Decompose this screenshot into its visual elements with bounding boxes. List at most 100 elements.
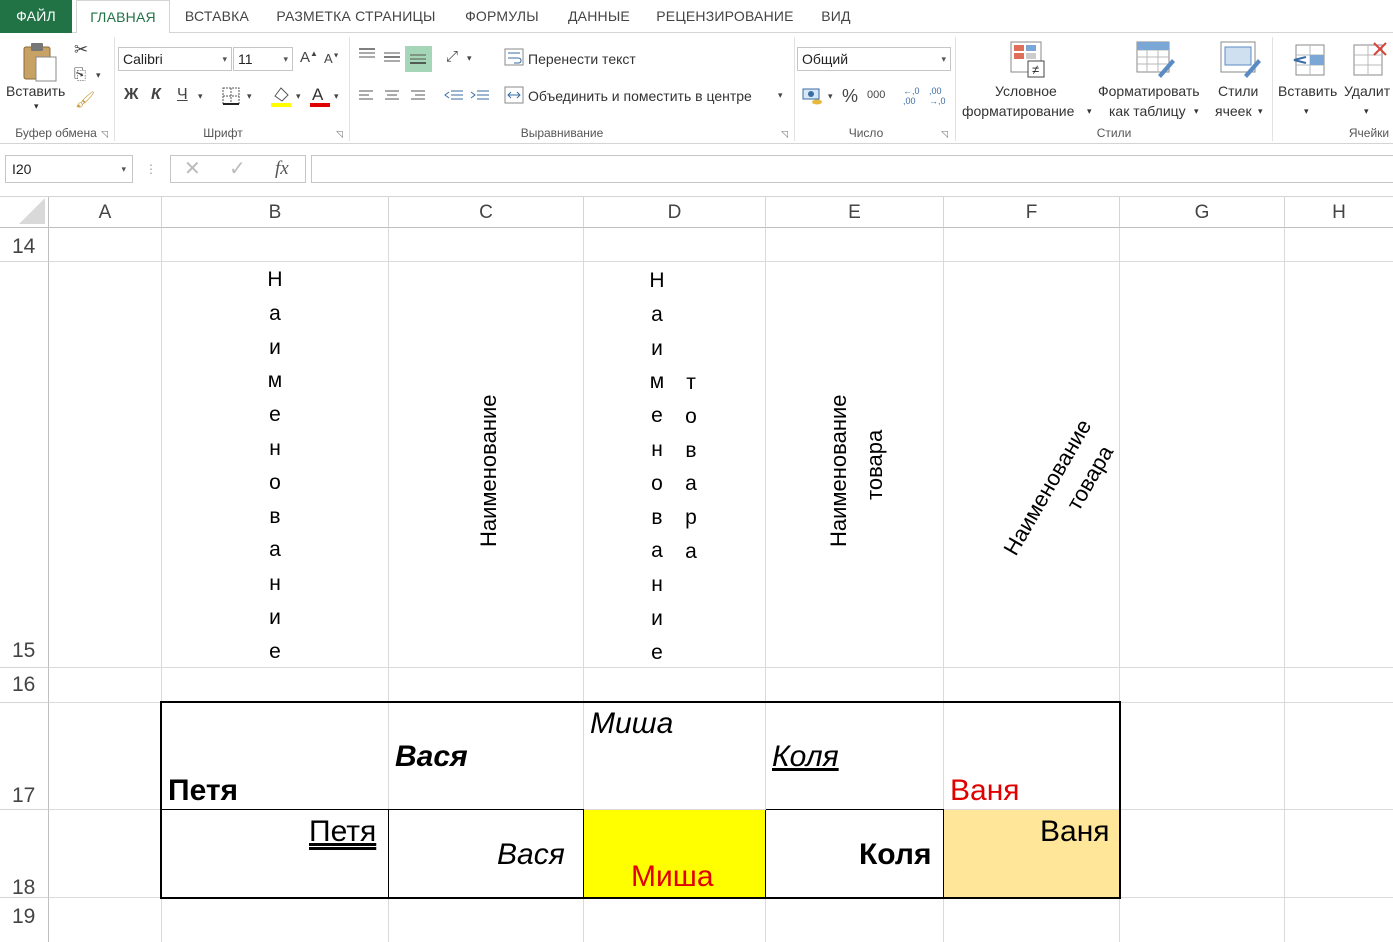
cell-c15[interactable]: Наименование: [472, 394, 505, 547]
row-header-18[interactable]: 18: [0, 810, 49, 899]
more-icon: ⋮: [145, 162, 157, 176]
cell-f17[interactable]: Ваня: [950, 776, 1020, 806]
column-header-a[interactable]: A: [49, 197, 162, 228]
dialog-launcher-icon[interactable]: ◹: [781, 129, 788, 140]
cell-f18[interactable]: Ваня: [1040, 817, 1110, 847]
align-top-icon[interactable]: [358, 47, 376, 61]
column-header-f[interactable]: F: [944, 197, 1120, 228]
dialog-launcher-icon[interactable]: ◹: [336, 129, 343, 140]
cell-styles-button[interactable]: Стили ячеек ▾: [1212, 39, 1272, 123]
cell-c17[interactable]: Вася: [395, 742, 468, 772]
row-header-16[interactable]: 16: [0, 668, 49, 703]
tab-view[interactable]: ВИД: [810, 0, 862, 33]
decrease-decimal-icon[interactable]: ,00 →,0: [929, 86, 946, 106]
tab-review[interactable]: РЕЦЕНЗИРОВАНИЕ: [646, 0, 804, 33]
chevron-down-icon[interactable]: ▾: [96, 71, 101, 80]
chevron-down-icon[interactable]: ▾: [247, 92, 252, 101]
merge-center-icon[interactable]: [504, 86, 524, 104]
column-header-c[interactable]: C: [389, 197, 584, 228]
chevron-down-icon[interactable]: ▾: [296, 92, 301, 101]
column-header-g[interactable]: G: [1120, 197, 1285, 228]
chevron-down-icon[interactable]: ▾: [334, 92, 339, 101]
cell-e18[interactable]: Коля: [859, 840, 931, 870]
chevron-down-icon: ▾: [1087, 106, 1092, 116]
name-box[interactable]: I20 ▾: [5, 155, 133, 183]
tab-page-layout[interactable]: РАЗМЕТКА СТРАНИЦЫ: [266, 0, 446, 33]
cell-e15-line2[interactable]: товара: [858, 430, 891, 500]
percent-button[interactable]: %: [842, 87, 858, 105]
increase-decimal-icon[interactable]: ←,0,00: [903, 86, 920, 106]
currency-icon[interactable]: [801, 86, 823, 106]
underline-button[interactable]: Ч: [177, 87, 188, 103]
tab-data[interactable]: ДАННЫЕ: [558, 0, 640, 33]
dialog-launcher-icon[interactable]: ◹: [941, 129, 948, 140]
chevron-down-icon[interactable]: ▾: [198, 92, 203, 101]
ribbon-tabs: ФАЙЛ ГЛАВНАЯ ВСТАВКА РАЗМЕТКА СТРАНИЦЫ Ф…: [0, 0, 1393, 34]
cell-d17[interactable]: Миша: [590, 709, 673, 739]
tab-insert[interactable]: ВСТАВКА: [174, 0, 260, 33]
cell-d15-col1[interactable]: Наименование: [642, 264, 672, 670]
conditional-formatting-button[interactable]: ≠ Условное форматирование ▾: [958, 39, 1094, 123]
chevron-down-icon[interactable]: ▾: [778, 91, 783, 100]
format-painter-icon[interactable]: 🖌: [75, 93, 95, 109]
wrap-text-icon[interactable]: [504, 48, 524, 66]
paste-button[interactable]: Вставить ▾: [4, 39, 70, 119]
borders-icon[interactable]: [221, 86, 241, 106]
grow-font-icon[interactable]: A▲: [300, 50, 318, 66]
indent-icons[interactable]: [444, 89, 490, 103]
row-header-19[interactable]: 19: [0, 898, 49, 942]
stacked-letter: е: [651, 404, 663, 428]
select-all-button[interactable]: [0, 197, 49, 228]
cut-icon[interactable]: ✂: [74, 41, 88, 58]
thousands-button[interactable]: 000: [867, 90, 885, 101]
orientation-icon[interactable]: ⤢: [446, 49, 458, 64]
cell-d18[interactable]: Миша: [631, 862, 714, 892]
row-header-14[interactable]: 14: [0, 228, 49, 262]
shrink-font-icon[interactable]: A▼: [324, 52, 340, 65]
stacked-letter: в: [651, 505, 663, 529]
font-color-icon[interactable]: A: [309, 84, 331, 108]
align-bottom-button[interactable]: [405, 46, 432, 72]
row-header-17[interactable]: 17: [0, 703, 49, 810]
column-header-d[interactable]: D: [584, 197, 766, 228]
column-header-b[interactable]: B: [162, 197, 389, 228]
font-name-select[interactable]: Calibri ▾: [118, 47, 232, 71]
tab-formulas[interactable]: ФОРМУЛЫ: [452, 0, 552, 33]
cell-d15-text: товара: [676, 366, 706, 569]
fill-color-icon[interactable]: [270, 84, 292, 108]
merge-center-button[interactable]: Объединить и поместить в центре: [528, 88, 752, 104]
cell-e17[interactable]: Коля: [772, 742, 839, 772]
cell-d15-col2[interactable]: товара: [676, 366, 706, 569]
number-format-select[interactable]: Общий ▾: [797, 47, 951, 71]
cell-b17[interactable]: Петя: [168, 776, 238, 806]
worksheet-grid[interactable]: A B C D E F G H 14 15 16 17 18 19 Наимен…: [0, 197, 1393, 942]
copy-icon[interactable]: ⎘: [74, 67, 86, 82]
formula-input[interactable]: [311, 155, 1393, 183]
column-header-e[interactable]: E: [766, 197, 944, 228]
wrap-text-button[interactable]: Перенести текст: [528, 51, 636, 67]
insert-cells-button[interactable]: Вставить ▾: [1276, 39, 1342, 123]
align-middle-icon[interactable]: [383, 51, 401, 65]
delete-cells-icon: [1353, 42, 1387, 76]
cell-e15-line1[interactable]: Наименование: [822, 394, 855, 547]
dialog-launcher-icon[interactable]: ◹: [101, 129, 108, 140]
row-header-15[interactable]: 15: [0, 262, 49, 668]
italic-button[interactable]: К: [151, 87, 161, 103]
format-as-table-button[interactable]: Форматировать как таблицу ▾: [1096, 39, 1212, 123]
cell-b18[interactable]: Петя: [309, 817, 376, 847]
tab-file[interactable]: ФАЙЛ: [0, 0, 72, 33]
insert-function-icon[interactable]: fx: [275, 159, 289, 178]
clipboard-icon: [23, 43, 57, 82]
enter-icon[interactable]: ✓: [229, 159, 246, 179]
horizontal-align-icons[interactable]: [358, 89, 438, 103]
column-header-h[interactable]: H: [1285, 197, 1393, 228]
tab-home[interactable]: ГЛАВНАЯ: [76, 0, 170, 34]
cell-c18[interactable]: Вася: [497, 840, 565, 870]
chevron-down-icon[interactable]: ▾: [467, 54, 472, 63]
chevron-down-icon[interactable]: ▾: [828, 92, 833, 101]
delete-cells-button[interactable]: Удалит ▾: [1342, 39, 1393, 123]
cancel-icon[interactable]: ✕: [184, 159, 201, 179]
bold-button[interactable]: Ж: [124, 87, 138, 103]
cell-b15[interactable]: Наименование: [260, 263, 290, 669]
font-size-select[interactable]: 11 ▾: [233, 47, 293, 71]
